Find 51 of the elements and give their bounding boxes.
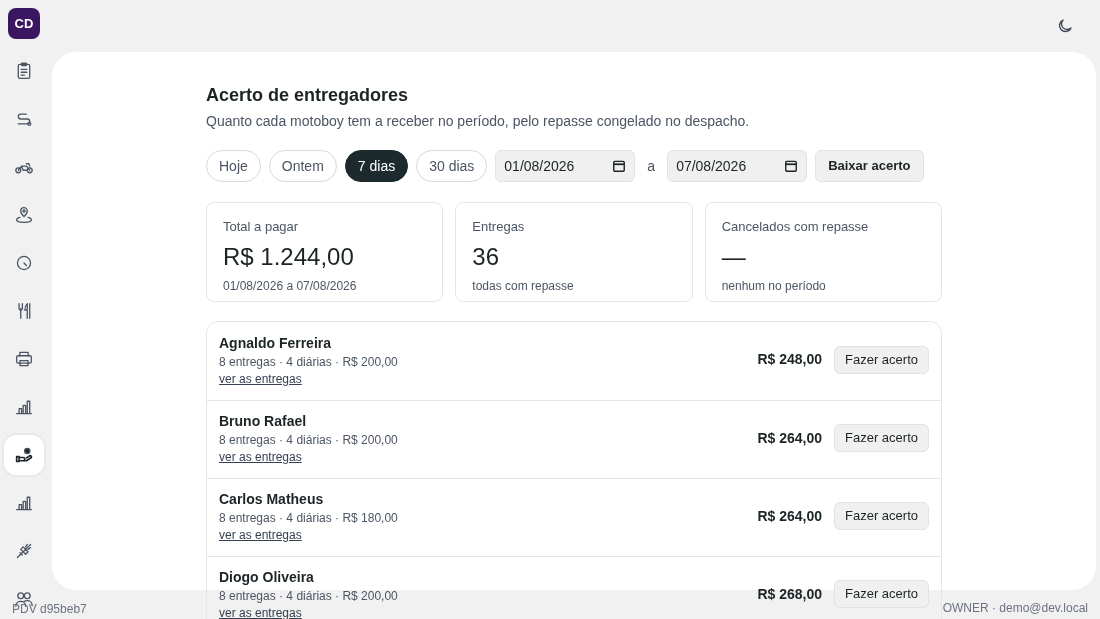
user-label: OWNER · demo@dev.local <box>942 600 1088 617</box>
card-note: todas com repasse <box>472 277 575 295</box>
courier-details: 8 entregas · 4 diárias · R$ 200,00 <box>219 432 399 449</box>
deliveries-link[interactable]: ver as entregas <box>219 528 302 543</box>
courier-details: 8 entregas · 4 diárias · R$ 200,00 <box>219 588 399 605</box>
map-pin-icon[interactable] <box>14 206 34 224</box>
courier-amount: R$ 268,00 <box>757 584 822 604</box>
card-value: — <box>721 241 747 272</box>
date-field[interactable]: 01/08/2026 <box>495 150 636 182</box>
date-separator: a <box>647 156 656 176</box>
courier-amount: R$ 248,00 <box>757 350 822 369</box>
download-button[interactable]: Baixar acerto <box>815 150 924 182</box>
courier-name: Agnaldo Ferreira <box>219 333 333 353</box>
range-tab[interactable]: Ontem <box>268 150 337 182</box>
courier-name: Carlos Matheus <box>219 490 325 509</box>
hand-coin-icon <box>14 446 34 464</box>
courier-details: 8 entregas · 4 diárias · R$ 200,00 <box>219 353 399 371</box>
courier-amount: R$ 264,00 <box>757 506 822 526</box>
version-label: PDV d95beb7 <box>12 601 87 618</box>
deliveries-link[interactable]: ver as entregas <box>219 450 302 465</box>
bar-chart-icon[interactable] <box>14 494 34 512</box>
calendar-icon[interactable] <box>784 159 799 173</box>
deliveries-link[interactable]: ver as entregas <box>219 606 302 619</box>
courier-details: 8 entregas · 4 diárias · R$ 180,00 <box>219 510 399 527</box>
moon-icon[interactable] <box>1056 17 1074 35</box>
gauge-icon[interactable] <box>14 254 34 272</box>
settle-button[interactable]: Fazer acerto <box>834 424 929 452</box>
card-note: 01/08/2026 a 07/08/2026 <box>223 277 358 295</box>
settle-button[interactable]: Fazer acerto <box>834 580 929 608</box>
card-value: R$ 1.244,00 <box>223 241 355 272</box>
courier-name: Bruno Rafael <box>219 412 308 431</box>
page-title: Acerto de entregadores <box>206 84 410 107</box>
card-value: 36 <box>472 241 501 272</box>
settle-button[interactable]: Fazer acerto <box>834 502 929 530</box>
page-subtitle: Quanto cada motoboy tem a receber no período, pelo repasse congelado no despacho. <box>206 112 751 131</box>
deliveries-link[interactable]: ver as entregas <box>219 371 302 387</box>
card-label: Entregas <box>472 218 526 236</box>
range-tab[interactable]: Hoje <box>206 150 261 182</box>
calendar-icon[interactable] <box>612 159 627 173</box>
range-tab[interactable]: 30 dias <box>416 150 488 182</box>
date-field[interactable]: 07/08/2026 <box>667 150 808 182</box>
sidebar-item[interactable] <box>4 435 44 475</box>
printer-icon[interactable] <box>14 350 34 368</box>
card-note: nenhum no período <box>721 277 827 295</box>
card-label: Total a pagar <box>223 218 300 236</box>
courier-amount: R$ 264,00 <box>757 428 822 448</box>
app-logo[interactable]: CD <box>8 8 40 39</box>
bar-chart-icon[interactable] <box>14 398 34 416</box>
courier-name: Diogo Oliveira <box>219 568 315 587</box>
card-label: Cancelados com repasse <box>721 218 870 236</box>
settle-button[interactable]: Fazer acerto <box>834 345 929 374</box>
